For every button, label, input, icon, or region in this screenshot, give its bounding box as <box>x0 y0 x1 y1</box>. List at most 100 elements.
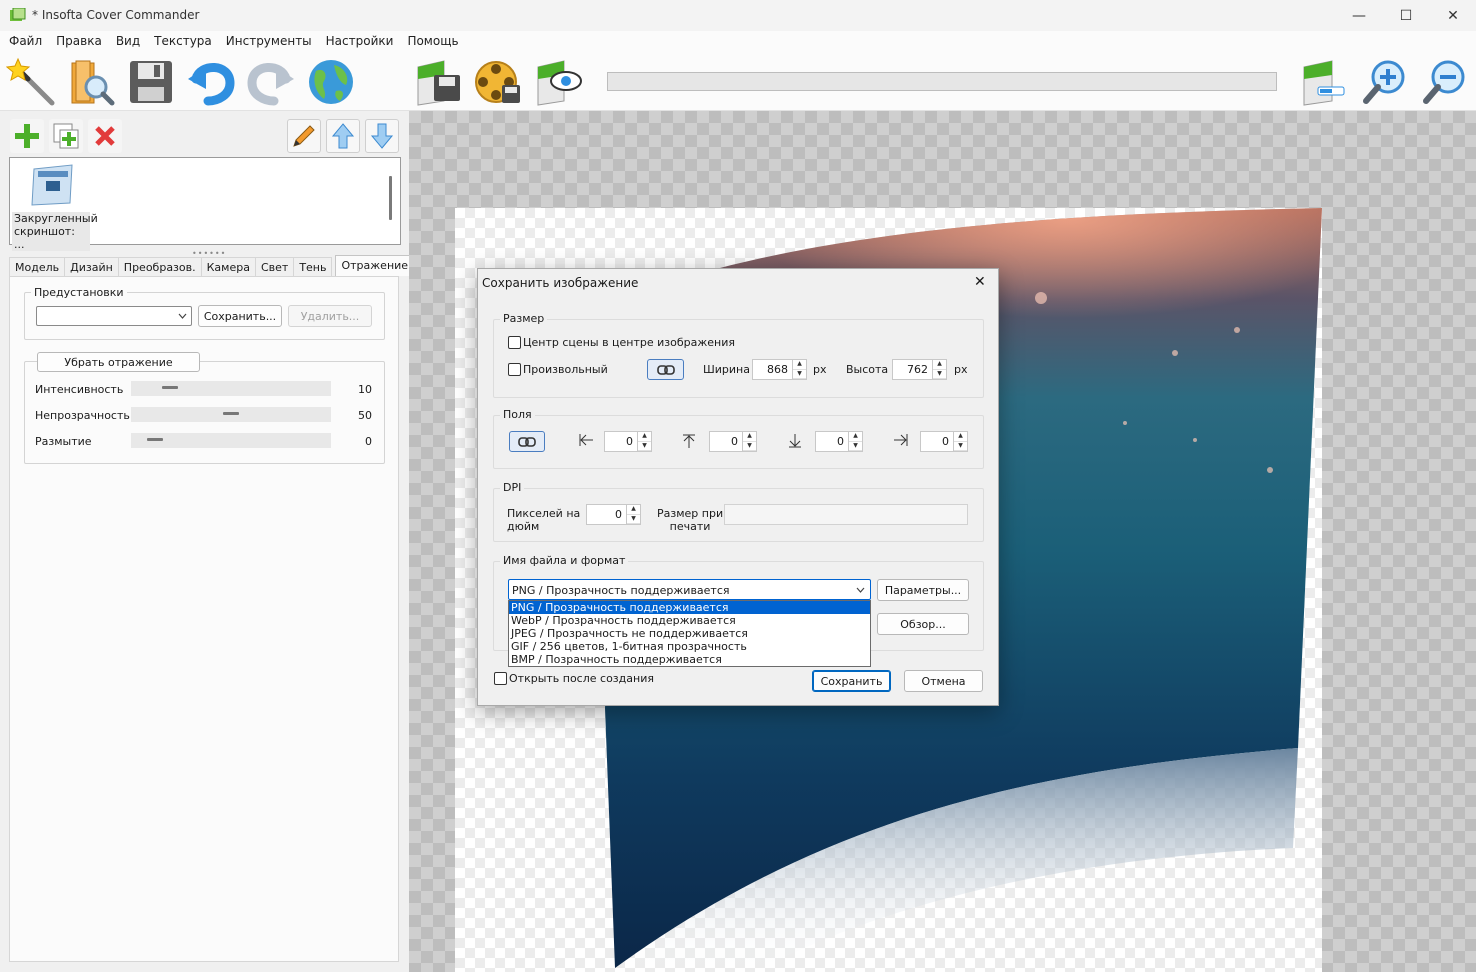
save-icon[interactable] <box>126 57 176 107</box>
remove-reflection-button[interactable]: Убрать отражение <box>37 352 200 372</box>
spin-down-icon[interactable]: ▼ <box>933 370 946 379</box>
tab-design[interactable]: Дизайн <box>64 257 119 276</box>
height-unit: px <box>954 363 968 376</box>
spin-up-icon[interactable]: ▲ <box>849 432 862 442</box>
intensity-slider[interactable] <box>131 381 331 396</box>
size-link-button[interactable] <box>647 359 684 380</box>
tab-shadow[interactable]: Тень <box>293 257 333 276</box>
spin-down-icon[interactable]: ▼ <box>849 442 862 451</box>
minimize-icon[interactable]: — <box>1336 0 1382 31</box>
delete-model-button[interactable] <box>88 119 122 153</box>
browse-button[interactable]: Обзор... <box>877 613 969 635</box>
preview-eye-icon[interactable] <box>534 57 584 107</box>
title-bar[interactable] <box>0 0 1476 31</box>
save-preset-button[interactable]: Сохранить... <box>198 305 282 327</box>
maximize-icon[interactable]: ☐ <box>1383 0 1429 31</box>
margin-top-spinner[interactable]: 0 ▲ ▼ <box>709 431 757 452</box>
size-legend: Размер <box>500 312 548 325</box>
spin-up-icon[interactable]: ▲ <box>954 432 967 442</box>
pencil-icon <box>293 125 315 147</box>
model-thumbnail[interactable] <box>28 163 78 207</box>
menu-help[interactable]: Помощь <box>400 34 465 48</box>
margin-bottom-spinner[interactable]: 0 ▲ ▼ <box>815 431 863 452</box>
cancel-button[interactable]: Отмена <box>904 670 983 692</box>
format-option-bmp[interactable]: BMP / Позрачность поддерживается <box>509 653 870 666</box>
close-icon[interactable]: ✕ <box>1430 0 1476 31</box>
open-folder-icon[interactable] <box>66 57 116 107</box>
save-image-icon[interactable] <box>414 57 464 107</box>
opacity-slider[interactable] <box>131 407 331 422</box>
format-option-png[interactable]: PNG / Прозрачность поддерживается <box>509 601 870 614</box>
blur-slider[interactable] <box>131 433 331 448</box>
film-reel-icon[interactable] <box>474 57 524 107</box>
fit-size-icon[interactable] <box>1300 57 1350 107</box>
margin-bottom-icon <box>789 434 801 448</box>
margin-right-spinner[interactable]: 0 ▲ ▼ <box>920 431 968 452</box>
ppi-label-line2: дюйм <box>507 520 540 533</box>
move-down-button[interactable] <box>365 119 399 153</box>
center-scene-checkbox[interactable] <box>508 336 521 349</box>
save-image-dialog: Сохранить изображение ✕ Размер Центр сце… <box>477 268 999 706</box>
property-tabs: Модель Дизайн Преобразов. Камера Свет Те… <box>9 255 415 276</box>
presets-combo[interactable] <box>36 306 192 326</box>
add-model-button[interactable] <box>10 119 44 153</box>
zoom-out-icon[interactable] <box>1420 57 1470 107</box>
save-button[interactable]: Сохранить <box>812 670 891 692</box>
height-label: Высота <box>846 363 889 376</box>
chain-link-icon <box>656 364 675 375</box>
menu-view[interactable]: Вид <box>109 34 147 48</box>
redo-icon[interactable] <box>246 57 296 107</box>
opacity-slider-thumb[interactable] <box>223 412 239 415</box>
format-params-button[interactable]: Параметры... <box>877 579 969 601</box>
width-spinner[interactable]: 868 ▲ ▼ <box>752 359 807 380</box>
blur-slider-thumb[interactable] <box>147 438 163 441</box>
tab-camera[interactable]: Камера <box>200 257 256 276</box>
height-spinner[interactable]: 762 ▲ ▼ <box>892 359 947 380</box>
duplicate-model-button[interactable] <box>49 119 83 153</box>
format-option-gif[interactable]: GIF / 256 цветов, 1-битная прозрачность <box>509 640 870 653</box>
globe-icon[interactable] <box>306 57 356 107</box>
format-option-webp[interactable]: WebP / Прозрачность поддерживается <box>509 614 870 627</box>
menu-texture[interactable]: Текстура <box>147 34 219 48</box>
menu-file[interactable]: Файл <box>2 34 49 48</box>
zoom-in-icon[interactable] <box>1360 57 1410 107</box>
margins-link-button[interactable] <box>509 431 545 452</box>
spin-up-icon[interactable]: ▲ <box>793 360 806 370</box>
undo-icon[interactable] <box>186 57 236 107</box>
spin-down-icon[interactable]: ▼ <box>743 442 756 451</box>
width-label: Ширина <box>703 363 750 376</box>
blur-label: Размытие <box>35 435 92 448</box>
spin-up-icon[interactable]: ▲ <box>933 360 946 370</box>
render-progress-bar <box>607 72 1277 91</box>
spin-down-icon[interactable]: ▼ <box>793 370 806 379</box>
move-up-button[interactable] <box>326 119 360 153</box>
file-format-legend: Имя файла и формат <box>500 554 629 567</box>
magic-wand-icon[interactable] <box>6 57 56 107</box>
spin-down-icon[interactable]: ▼ <box>627 515 640 524</box>
center-scene-label: Центр сцены в центре изображения <box>523 336 736 349</box>
ppi-spinner[interactable]: 0 ▲ ▼ <box>586 504 641 525</box>
opacity-value: 50 <box>358 409 372 422</box>
dialog-close-icon[interactable]: ✕ <box>974 274 986 290</box>
tab-reflection[interactable]: Отражение <box>335 255 415 276</box>
spin-up-icon[interactable]: ▲ <box>638 432 651 442</box>
custom-size-checkbox[interactable] <box>508 363 521 376</box>
intensity-slider-thumb[interactable] <box>162 386 179 389</box>
delete-preset-button[interactable]: Удалить... <box>288 305 372 327</box>
tab-model[interactable]: Модель <box>9 257 66 276</box>
spin-up-icon[interactable]: ▲ <box>627 505 640 515</box>
tab-transform[interactable]: Преобразов. <box>117 257 202 276</box>
spin-down-icon[interactable]: ▼ <box>638 442 651 451</box>
edit-model-button[interactable] <box>287 119 321 153</box>
format-option-jpeg[interactable]: JPEG / Прозрачность не поддерживается <box>509 627 870 640</box>
format-combo[interactable]: PNG / Прозрачность поддерживается <box>508 579 871 600</box>
open-after-checkbox[interactable] <box>494 672 507 685</box>
model-list-scrollbar[interactable] <box>389 176 392 220</box>
tab-light[interactable]: Свет <box>254 257 295 276</box>
menu-edit[interactable]: Правка <box>49 34 109 48</box>
menu-tools[interactable]: Инструменты <box>219 34 319 48</box>
spin-down-icon[interactable]: ▼ <box>954 442 967 451</box>
spin-up-icon[interactable]: ▲ <box>743 432 756 442</box>
menu-settings[interactable]: Настройки <box>319 34 401 48</box>
margin-left-spinner[interactable]: 0 ▲ ▼ <box>604 431 652 452</box>
